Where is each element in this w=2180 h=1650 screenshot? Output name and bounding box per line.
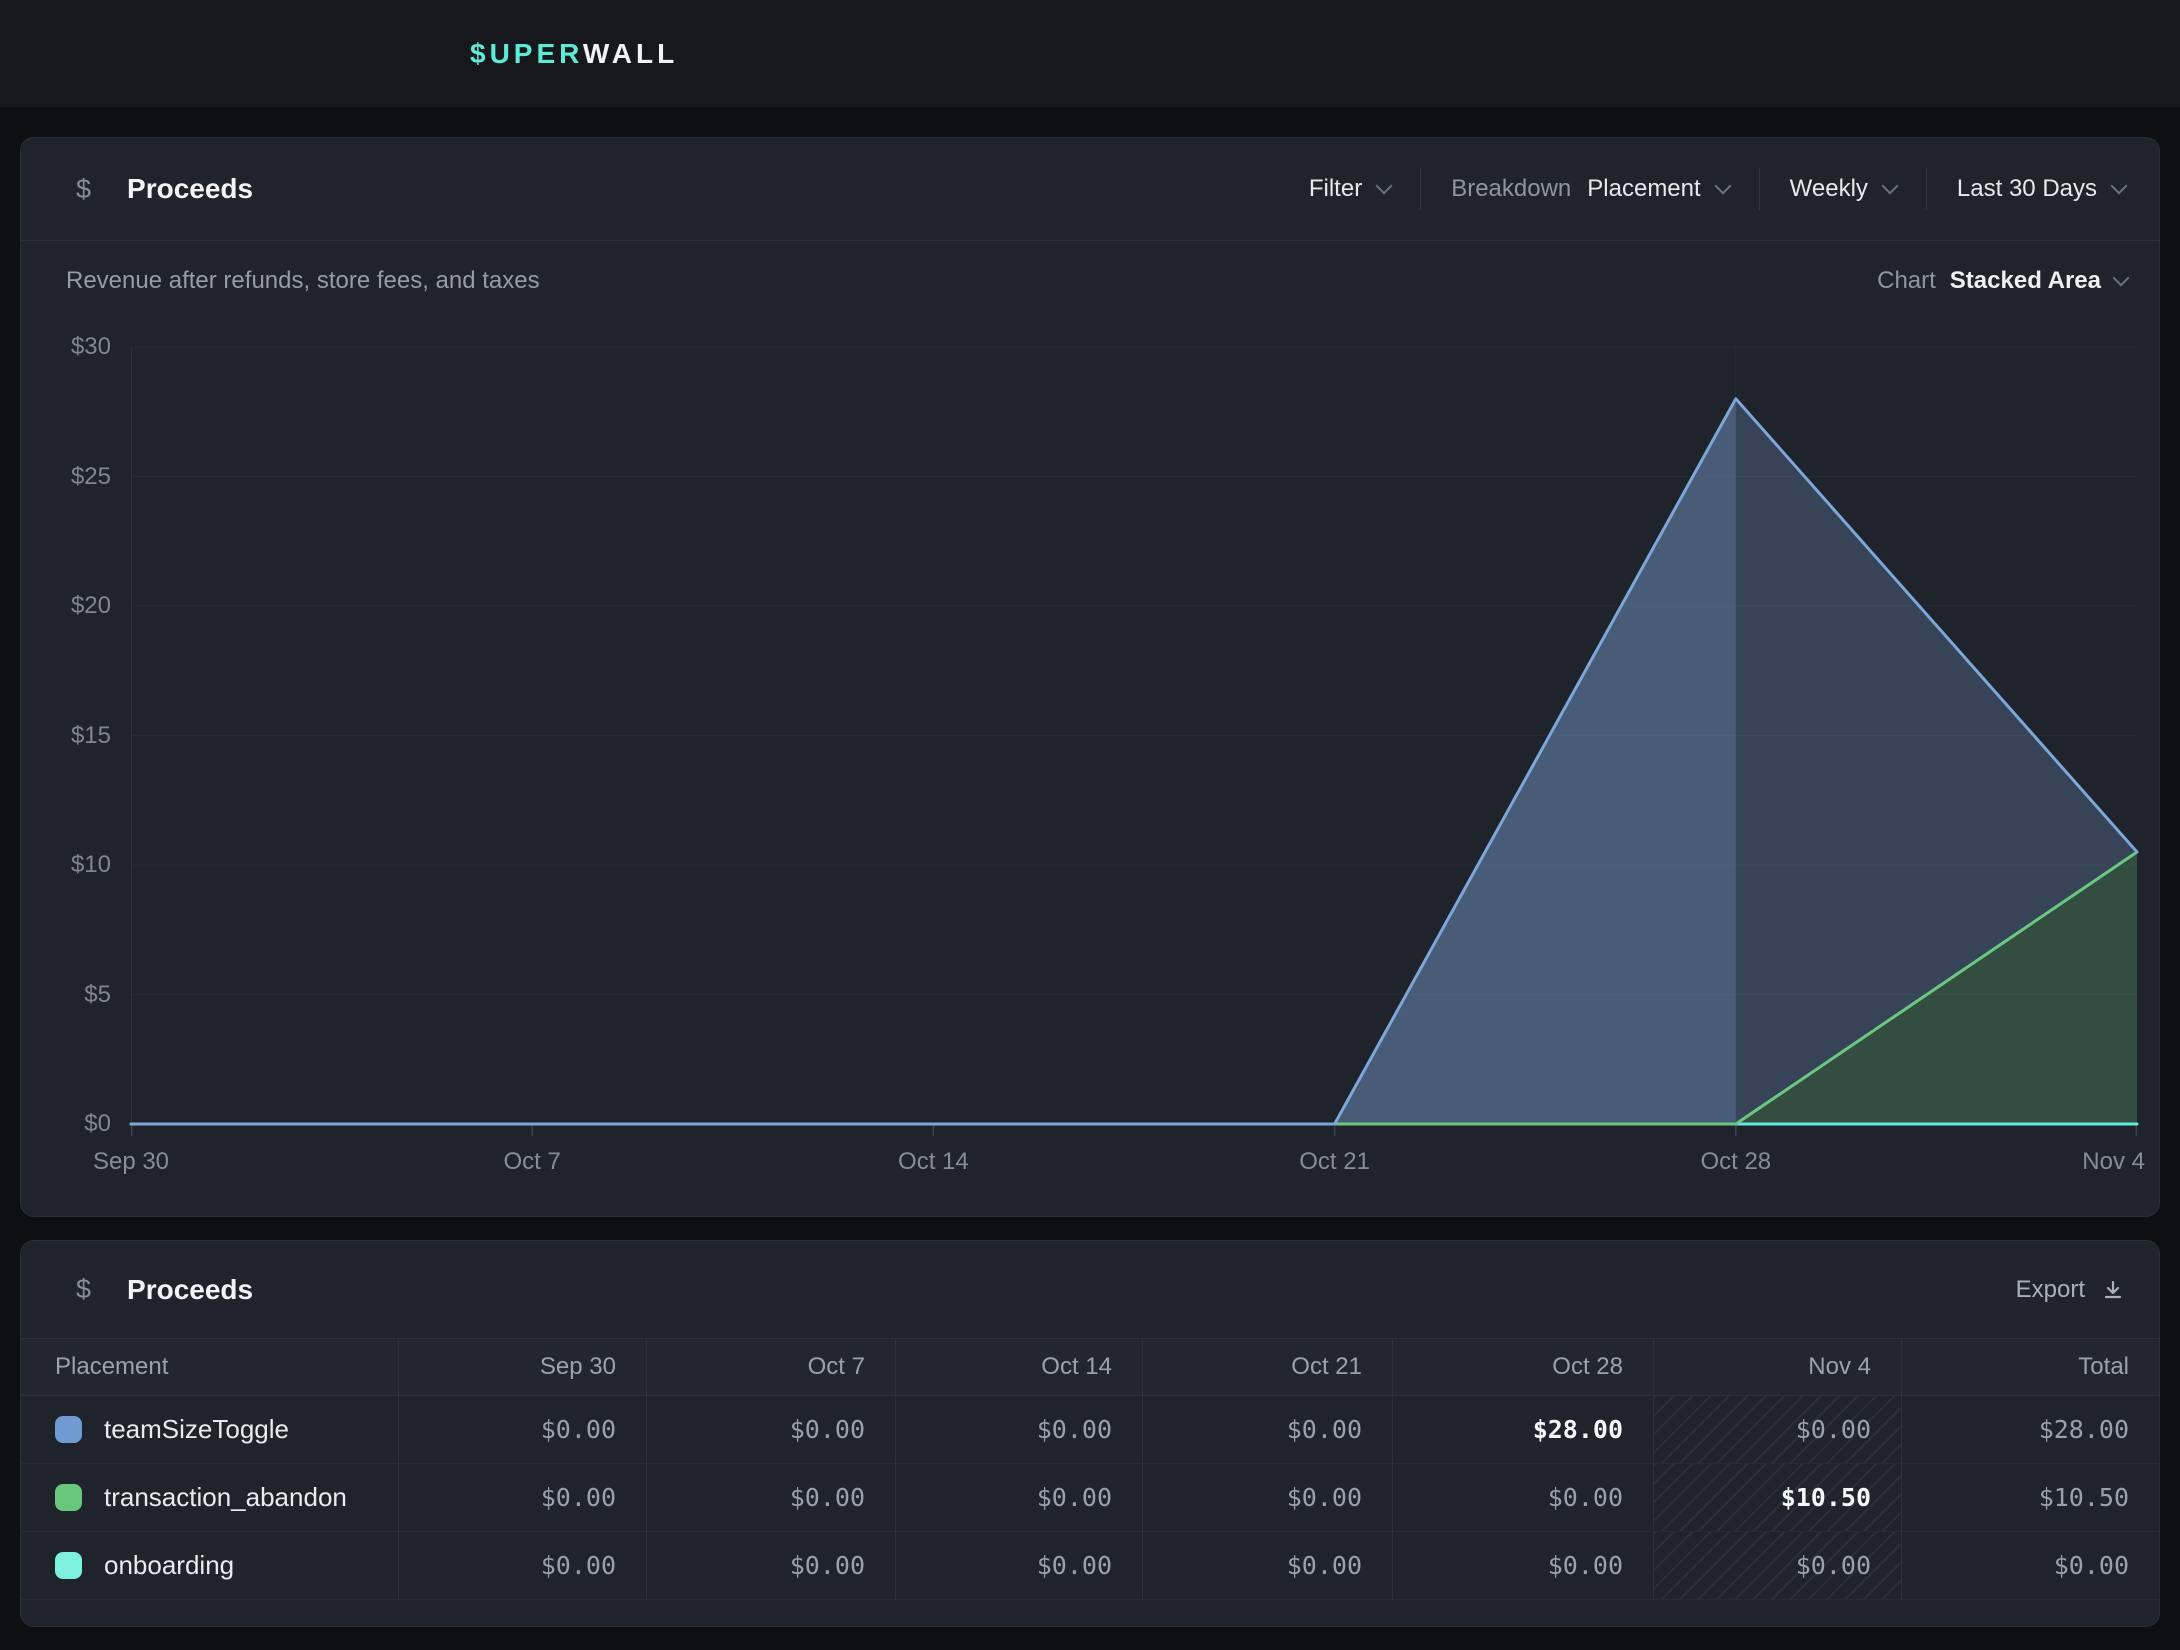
column-header-oct-28: Oct 28 (1393, 1338, 1654, 1396)
card-title: Proceeds (127, 173, 253, 205)
stacked-area-chart[interactable]: $30$25$20$15$10$5$0 Sep 30Oct 7Oct 14Oct… (131, 347, 2137, 1124)
chart-card-header: $ Proceeds Filter Breakdown Placement We… (21, 138, 2159, 241)
divider (1759, 168, 1760, 210)
value-cell: $0.00 (1143, 1532, 1393, 1600)
filter-dropdown[interactable]: Filter (1309, 175, 1390, 203)
series-color-swatch (55, 1552, 82, 1579)
y-tick-label: $15 (71, 722, 111, 750)
value-cell: $0.00 (896, 1396, 1143, 1464)
chart-canvas (131, 347, 2137, 1137)
value-cell: $0.00 (399, 1532, 647, 1600)
y-tick-label: $25 (71, 463, 111, 491)
export-label: Export (2016, 1276, 2085, 1304)
filter-label: Filter (1309, 175, 1362, 203)
chart-type-dropdown[interactable]: Chart Stacked Area (1877, 267, 2127, 295)
y-tick-label: $5 (84, 981, 111, 1009)
y-tick-label: $0 (84, 1110, 111, 1138)
proceeds-chart-card: $ Proceeds Filter Breakdown Placement We… (20, 137, 2160, 1217)
divider (1926, 168, 1927, 210)
x-tick-label: Sep 30 (93, 1148, 169, 1176)
divider (1420, 168, 1421, 210)
x-tick-label: Oct 14 (898, 1148, 969, 1176)
series-color-swatch (55, 1484, 82, 1511)
value-cell: $10.50 (1654, 1464, 1902, 1532)
placement-cell-teamSizeToggle[interactable]: teamSizeToggle (21, 1396, 399, 1464)
value-cell: $0.00 (1143, 1464, 1393, 1532)
column-header-sep-30: Sep 30 (399, 1338, 647, 1396)
column-header-total: Total (1902, 1338, 2159, 1396)
breakdown-label: Breakdown (1451, 175, 1571, 203)
column-header-placement: Placement (21, 1338, 399, 1396)
superwall-logo[interactable]: $UPERWALL (470, 38, 678, 70)
placement-cell-onboarding[interactable]: onboarding (21, 1532, 399, 1600)
proceeds-table: PlacementSep 30Oct 7Oct 14Oct 21Oct 28No… (21, 1338, 2159, 1600)
table-card-header: $ Proceeds Export (21, 1241, 2159, 1338)
logo-secondary: WALL (583, 38, 678, 69)
column-header-oct-21: Oct 21 (1143, 1338, 1393, 1396)
value-cell: $0.00 (399, 1396, 647, 1464)
x-tick-label: Oct 7 (504, 1148, 561, 1176)
chart-subheader: Revenue after refunds, store fees, and t… (21, 267, 2159, 295)
breakdown-value: Placement (1587, 175, 1700, 203)
chevron-down-icon (1714, 178, 1731, 195)
placement-label: onboarding (104, 1550, 234, 1581)
value-cell: $0.00 (1654, 1396, 1902, 1464)
interval-dropdown[interactable]: Weekly (1790, 175, 1896, 203)
value-cell: $0.00 (647, 1396, 896, 1464)
card-title: Proceeds (127, 1274, 253, 1306)
value-cell: $0.00 (1902, 1532, 2159, 1600)
value-cell: $0.00 (1654, 1532, 1902, 1600)
chevron-down-icon (1881, 178, 1898, 195)
value-cell: $0.00 (647, 1532, 896, 1600)
download-icon (2101, 1278, 2125, 1302)
value-cell: $0.00 (896, 1532, 1143, 1600)
column-header-oct-7: Oct 7 (647, 1338, 896, 1396)
breakdown-dropdown[interactable]: Breakdown Placement (1451, 175, 1728, 203)
x-tick-label: Oct 21 (1299, 1148, 1370, 1176)
logo-primary: $UPER (470, 38, 583, 69)
chart-controls: Filter Breakdown Placement Weekly Last 3… (1309, 168, 2125, 210)
chevron-down-icon (1376, 178, 1393, 195)
chart-type-label: Chart (1877, 267, 1936, 295)
dollar-icon: $ (76, 174, 91, 205)
chart-subtitle: Revenue after refunds, store fees, and t… (66, 267, 540, 295)
value-cell: $0.00 (1143, 1396, 1393, 1464)
proceeds-table-card: $ Proceeds Export PlacementSep 30Oct 7Oc… (20, 1240, 2160, 1627)
topbar: $UPERWALL (0, 0, 2180, 107)
y-tick-label: $10 (71, 851, 111, 879)
series-color-swatch (55, 1416, 82, 1443)
column-header-oct-14: Oct 14 (896, 1338, 1143, 1396)
value-cell: $0.00 (647, 1464, 896, 1532)
value-cell: $28.00 (1393, 1396, 1654, 1464)
chevron-down-icon (2113, 270, 2130, 287)
value-cell: $10.50 (1902, 1464, 2159, 1532)
placement-label: teamSizeToggle (104, 1414, 289, 1445)
placement-label: transaction_abandon (104, 1482, 347, 1513)
export-button[interactable]: Export (2016, 1276, 2125, 1304)
interval-value: Weekly (1790, 175, 1868, 203)
date-range-dropdown[interactable]: Last 30 Days (1957, 175, 2125, 203)
value-cell: $0.00 (399, 1464, 647, 1532)
value-cell: $28.00 (1902, 1396, 2159, 1464)
x-tick-label: Nov 4 (2082, 1148, 2145, 1176)
placement-cell-transaction_abandon[interactable]: transaction_abandon (21, 1464, 399, 1532)
value-cell: $0.00 (1393, 1532, 1654, 1600)
dollar-icon: $ (76, 1274, 91, 1305)
value-cell: $0.00 (1393, 1464, 1654, 1532)
y-tick-label: $30 (71, 333, 111, 361)
x-axis-labels: Sep 30Oct 7Oct 14Oct 21Oct 28Nov 4 (131, 1148, 2137, 1182)
chevron-down-icon (2111, 178, 2128, 195)
x-tick-label: Oct 28 (1700, 1148, 1771, 1176)
y-tick-label: $20 (71, 592, 111, 620)
date-range-value: Last 30 Days (1957, 175, 2097, 203)
column-header-nov-4: Nov 4 (1654, 1338, 1902, 1396)
y-axis-labels: $30$25$20$15$10$5$0 (21, 347, 111, 1124)
chart-type-value: Stacked Area (1950, 267, 2101, 295)
value-cell: $0.00 (896, 1464, 1143, 1532)
